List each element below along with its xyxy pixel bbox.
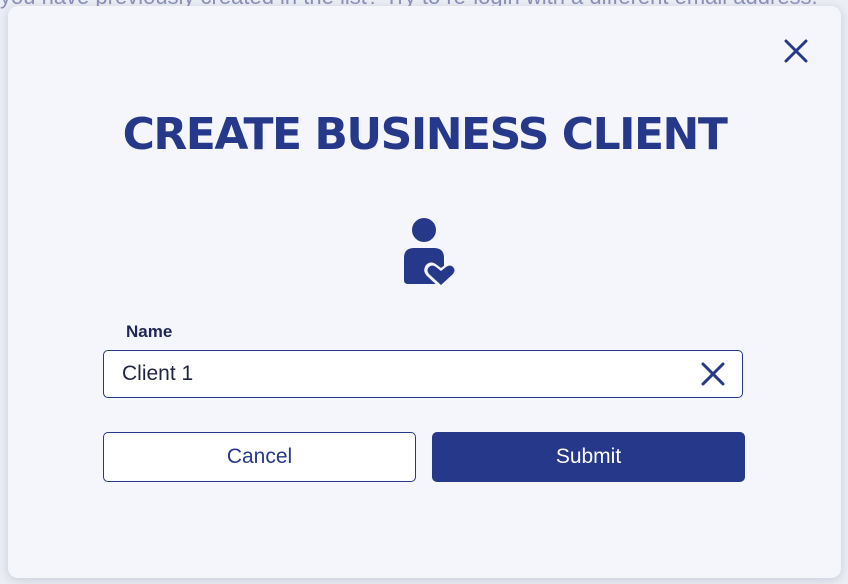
clear-icon (701, 362, 725, 386)
user-heart-icon (404, 218, 456, 289)
submit-button[interactable]: Submit (432, 432, 745, 482)
create-client-dialog: CREATE BUSINESS CLIENT Name Cancel Submi… (8, 6, 841, 578)
dialog-title: CREATE BUSINESS CLIENT (122, 109, 728, 160)
close-button[interactable] (779, 34, 813, 68)
name-input[interactable] (122, 351, 682, 397)
clear-button[interactable] (698, 359, 728, 389)
cancel-button[interactable]: Cancel (103, 432, 416, 482)
close-icon (784, 39, 808, 63)
name-label: Name (126, 322, 173, 341)
name-field-container (103, 350, 743, 398)
